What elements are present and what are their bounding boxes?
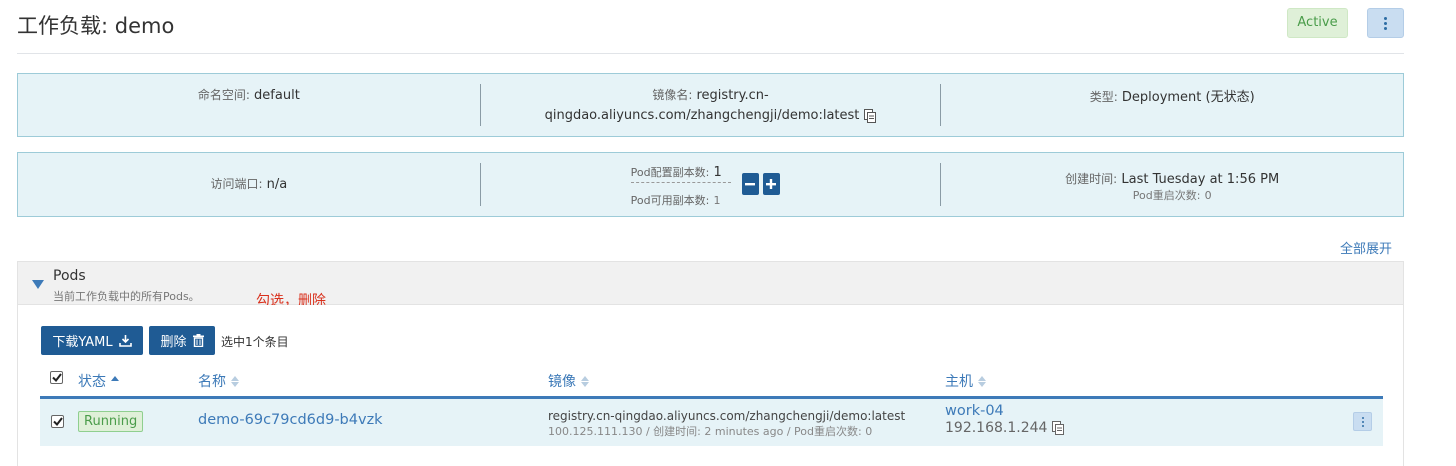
replicas-available-label: Pod可用副本数:	[630, 194, 710, 207]
host-ip: 192.168.1.244	[945, 420, 1065, 436]
pod-name-link[interactable]: demo-69c79cd6d9-b4vzk	[198, 412, 383, 428]
status-badge: Active	[1287, 8, 1348, 38]
replicas-config-label: Pod配置副本数:	[630, 166, 710, 179]
download-yaml-button[interactable]: 下载YAML	[41, 326, 143, 355]
sort-icon	[111, 375, 119, 387]
host-ip-value: 192.168.1.244	[945, 420, 1048, 436]
pod-image: registry.cn-qingdao.aliyuncs.com/zhangch…	[548, 409, 906, 423]
delete-label: 删除	[160, 335, 187, 350]
replicas-cell: Pod配置副本数: 1 Pod可用副本数: 1	[479, 153, 942, 216]
download-yaml-label: 下载YAML	[52, 335, 113, 350]
copy-icon[interactable]	[1052, 421, 1065, 435]
type-cell: 类型: Deployment (无状态)	[941, 74, 1403, 136]
trash-icon	[192, 334, 204, 347]
image-cell: 镜像名: registry.cn- qingdao.aliyuncs.com/z…	[479, 74, 942, 136]
port-label: 访问端口:	[210, 177, 263, 191]
image-value-line1: registry.cn-	[696, 88, 769, 103]
image-label: 镜像名:	[652, 88, 693, 102]
minus-icon	[745, 183, 756, 186]
pods-panel-header[interactable]: Pods 当前工作负载中的所有Pods。	[17, 261, 1404, 305]
plus-icon	[766, 179, 777, 189]
created-label: 创建时间:	[1065, 172, 1118, 186]
restarts-value: 0	[1204, 189, 1212, 202]
type-label: 类型:	[1089, 90, 1118, 104]
row-checkbox[interactable]	[51, 415, 64, 428]
pods-title: Pods	[53, 268, 86, 284]
column-header-status[interactable]: 状态	[78, 371, 119, 391]
created-value: Last Tuesday at 1:56 PM	[1121, 172, 1280, 187]
restarts-label: Pod重启次数:	[1132, 189, 1201, 202]
created-cell: 创建时间: Last Tuesday at 1:56 PM Pod重启次数: 0	[941, 153, 1403, 216]
more-vertical-icon	[1384, 16, 1387, 30]
decrease-replicas-button[interactable]	[741, 173, 759, 195]
namespace-label: 命名空间:	[197, 88, 250, 102]
page-title: 工作负载: demo	[17, 14, 175, 38]
port-value: n/a	[266, 177, 288, 192]
checkbox-checked-icon	[52, 417, 63, 426]
checkbox-checked-icon	[51, 373, 62, 382]
column-name-label: 名称	[198, 374, 226, 390]
row-actions-button[interactable]	[1353, 412, 1372, 431]
sort-icon	[581, 375, 589, 387]
column-status-label: 状态	[78, 374, 106, 390]
more-actions-button[interactable]	[1367, 8, 1404, 38]
replicas-available-value: 1	[713, 194, 721, 207]
copy-icon[interactable]	[864, 108, 877, 123]
column-host-label: 主机	[945, 374, 973, 390]
pod-meta: 100.125.111.130 / 创建时间: 2 minutes ago / …	[548, 425, 873, 438]
column-header-host[interactable]: 主机	[945, 371, 986, 391]
column-header-image[interactable]: 镜像	[548, 371, 589, 391]
workload-info-row-1: 命名空间: default 镜像名: registry.cn- qingdao.…	[17, 73, 1404, 137]
namespace-cell: 命名空间: default	[18, 74, 480, 136]
expand-all-link[interactable]: 全部展开	[1340, 238, 1392, 257]
pod-status-badge: Running	[78, 411, 144, 432]
sort-icon	[231, 375, 239, 387]
sort-icon	[978, 375, 986, 387]
pods-subtitle: 当前工作负载中的所有Pods。	[53, 290, 200, 303]
replicas-config-value: 1	[713, 165, 722, 180]
more-vertical-icon	[1361, 416, 1364, 427]
increase-replicas-button[interactable]	[762, 173, 780, 195]
type-value: Deployment (无状态)	[1121, 90, 1255, 105]
delete-button[interactable]: 删除	[149, 326, 215, 355]
namespace-value: default	[254, 88, 300, 103]
workload-info-row-2: 访问端口: n/a Pod配置副本数: 1 Pod可用副本数: 1 创建时间: …	[17, 152, 1404, 217]
port-cell: 访问端口: n/a	[18, 153, 480, 216]
caret-down-icon[interactable]	[32, 280, 44, 289]
column-image-label: 镜像	[548, 374, 576, 390]
selection-count: 选中1个条目	[221, 335, 289, 349]
host-name-link[interactable]: work-04	[945, 403, 1004, 419]
replica-stepper	[741, 173, 780, 195]
select-all-checkbox[interactable]	[50, 371, 63, 384]
download-icon	[118, 335, 132, 347]
image-value-line2: qingdao.aliyuncs.com/zhangchengji/demo:l…	[544, 108, 860, 123]
page-header: 工作负载: demo Active	[17, 8, 1404, 54]
column-header-name[interactable]: 名称	[198, 371, 239, 391]
